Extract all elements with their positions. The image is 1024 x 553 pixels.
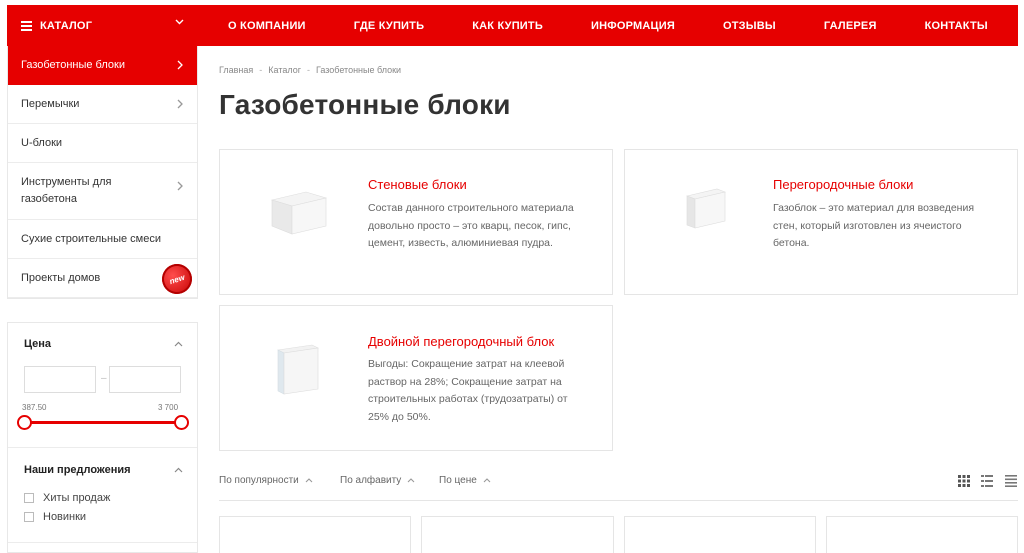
- sidebar-item-label: U-блоки: [21, 137, 63, 149]
- category-card-double-partition[interactable]: Двойной перегородочный блок Выгоды: Сокр…: [219, 305, 613, 451]
- price-filter-title: Цена: [24, 338, 52, 350]
- category-title[interactable]: Двойной перегородочный блок: [368, 334, 554, 349]
- product-card[interactable]: [826, 516, 1018, 553]
- chevron-right-icon: [177, 60, 183, 70]
- chevron-right-icon: [177, 99, 183, 109]
- checkbox[interactable]: [24, 512, 34, 522]
- breadcrumb-separator: -: [306, 65, 310, 75]
- sidebar-item-label: Проекты домов: [21, 272, 101, 284]
- breadcrumb-home[interactable]: Главная: [219, 65, 253, 75]
- price-min-handle[interactable]: [17, 415, 32, 430]
- list-view-icon[interactable]: [981, 475, 993, 487]
- category-card-partition-blocks[interactable]: Перегородочные блоки Газоблок – это мате…: [624, 149, 1018, 295]
- chevron-right-icon: [177, 181, 183, 191]
- price-min-label: 387.50: [22, 403, 47, 412]
- price-max-input[interactable]: [109, 366, 181, 393]
- nav-item-how-to-buy[interactable]: КАК КУПИТЬ: [472, 20, 543, 32]
- product-card[interactable]: [219, 516, 411, 553]
- sidebar-item-aerated-blocks[interactable]: Газобетонные блоки: [8, 46, 197, 85]
- main-nav: О КОМПАНИИ ГДЕ КУПИТЬ КАК КУПИТЬ ИНФОРМА…: [198, 5, 1018, 46]
- chevron-up-icon[interactable]: [174, 341, 183, 347]
- category-description: Выгоды: Сокращение затрат на клеевой рас…: [368, 358, 568, 423]
- sidebar-item-house-projects[interactable]: Проекты домов new: [8, 259, 197, 298]
- divider: [8, 447, 197, 448]
- sidebar-item-u-blocks[interactable]: U-блоки: [8, 124, 197, 163]
- sort-by-alphabet[interactable]: По алфавиту: [340, 475, 415, 486]
- sidebar-item-tools[interactable]: Инструменты для газобетона: [8, 163, 197, 220]
- chevron-down-icon: [175, 19, 184, 25]
- sidebar-item-label: Инструменты для газобетона: [21, 176, 112, 205]
- sidebar-item-dry-mixes[interactable]: Сухие строительные смеси: [8, 220, 197, 259]
- chevron-up-icon: [305, 478, 312, 483]
- sort-label: По популярности: [219, 475, 299, 486]
- offer-checkbox-bestsellers[interactable]: Хиты продаж: [24, 492, 110, 504]
- sidebar-item-label: Газобетонные блоки: [21, 59, 125, 71]
- offers-filter-title: Наши предложения: [24, 464, 131, 476]
- sort-by-price[interactable]: По цене: [439, 475, 491, 486]
- range-dash: –: [101, 373, 107, 384]
- nav-item-gallery[interactable]: ГАЛЕРЕЯ: [824, 20, 877, 32]
- double-partition-block-image: [277, 344, 319, 395]
- chevron-up-icon: [407, 478, 415, 483]
- sidebar-item-label: Сухие строительные смеси: [21, 233, 161, 245]
- breadcrumb-catalog[interactable]: Каталог: [268, 65, 301, 75]
- nav-item-about[interactable]: О КОМПАНИИ: [228, 20, 306, 32]
- price-range-track[interactable]: [26, 421, 181, 424]
- price-min-input[interactable]: [24, 366, 96, 393]
- wall-block-image: [270, 191, 328, 235]
- price-max-handle[interactable]: [174, 415, 189, 430]
- category-description: Газоблок – это материал для возведения с…: [773, 202, 975, 249]
- page-title: Газобетонные блоки: [219, 89, 511, 120]
- offer-checkbox-new[interactable]: Новинки: [24, 511, 86, 523]
- new-badge: new: [158, 260, 196, 298]
- chevron-up-icon[interactable]: [174, 467, 183, 473]
- chevron-up-icon: [483, 478, 490, 483]
- sidebar-item-label: Перемычки: [21, 98, 80, 110]
- sidebar-item-lintels[interactable]: Перемычки: [8, 85, 197, 124]
- catalog-menu-button[interactable]: КАТАЛОГ: [7, 5, 198, 46]
- category-card-wall-blocks[interactable]: Стеновые блоки Состав данного строительн…: [219, 149, 613, 295]
- category-title[interactable]: Перегородочные блоки: [773, 177, 913, 192]
- filter-panel: Цена – 387.50 3 700 Наши предложения Хит…: [7, 322, 198, 553]
- category-description: Состав данного строительного материала д…: [368, 202, 574, 249]
- nav-item-where-to-buy[interactable]: ГДЕ КУПИТЬ: [354, 20, 424, 32]
- catalog-label: КАТАЛОГ: [40, 19, 93, 32]
- nav-item-contacts[interactable]: КОНТАКТЫ: [925, 20, 988, 32]
- sort-label: По алфавиту: [340, 475, 402, 486]
- product-card[interactable]: [421, 516, 614, 553]
- grid-view-icon[interactable]: [958, 475, 970, 487]
- category-title[interactable]: Стеновые блоки: [368, 177, 467, 192]
- menu-icon: [21, 21, 32, 31]
- nav-item-information[interactable]: ИНФОРМАЦИЯ: [591, 20, 675, 32]
- sidebar-categories: Газобетонные блоки Перемычки U-блоки Инс…: [7, 46, 198, 299]
- price-max-label: 3 700: [158, 403, 179, 412]
- breadcrumb-separator: -: [259, 65, 263, 75]
- table-view-icon[interactable]: [1005, 475, 1017, 487]
- sort-label: По цене: [439, 475, 477, 486]
- sort-bar: По популярности По алфавиту По цене: [219, 475, 1018, 501]
- checkbox-label: Хиты продаж: [43, 492, 111, 504]
- checkbox[interactable]: [24, 493, 34, 503]
- product-card[interactable]: [624, 516, 816, 553]
- nav-item-reviews[interactable]: ОТЗЫВЫ: [723, 20, 776, 32]
- sort-by-popularity[interactable]: По популярности: [219, 475, 313, 486]
- divider: [8, 542, 197, 543]
- breadcrumb: Главная - Каталог - Газобетонные блоки: [219, 65, 401, 75]
- checkbox-label: Новинки: [43, 511, 87, 523]
- partition-block-image: [685, 188, 727, 229]
- breadcrumb-current: Газобетонные блоки: [315, 65, 402, 75]
- top-bar: КАТАЛОГ О КОМПАНИИ ГДЕ КУПИТЬ КАК КУПИТЬ…: [0, 0, 1024, 46]
